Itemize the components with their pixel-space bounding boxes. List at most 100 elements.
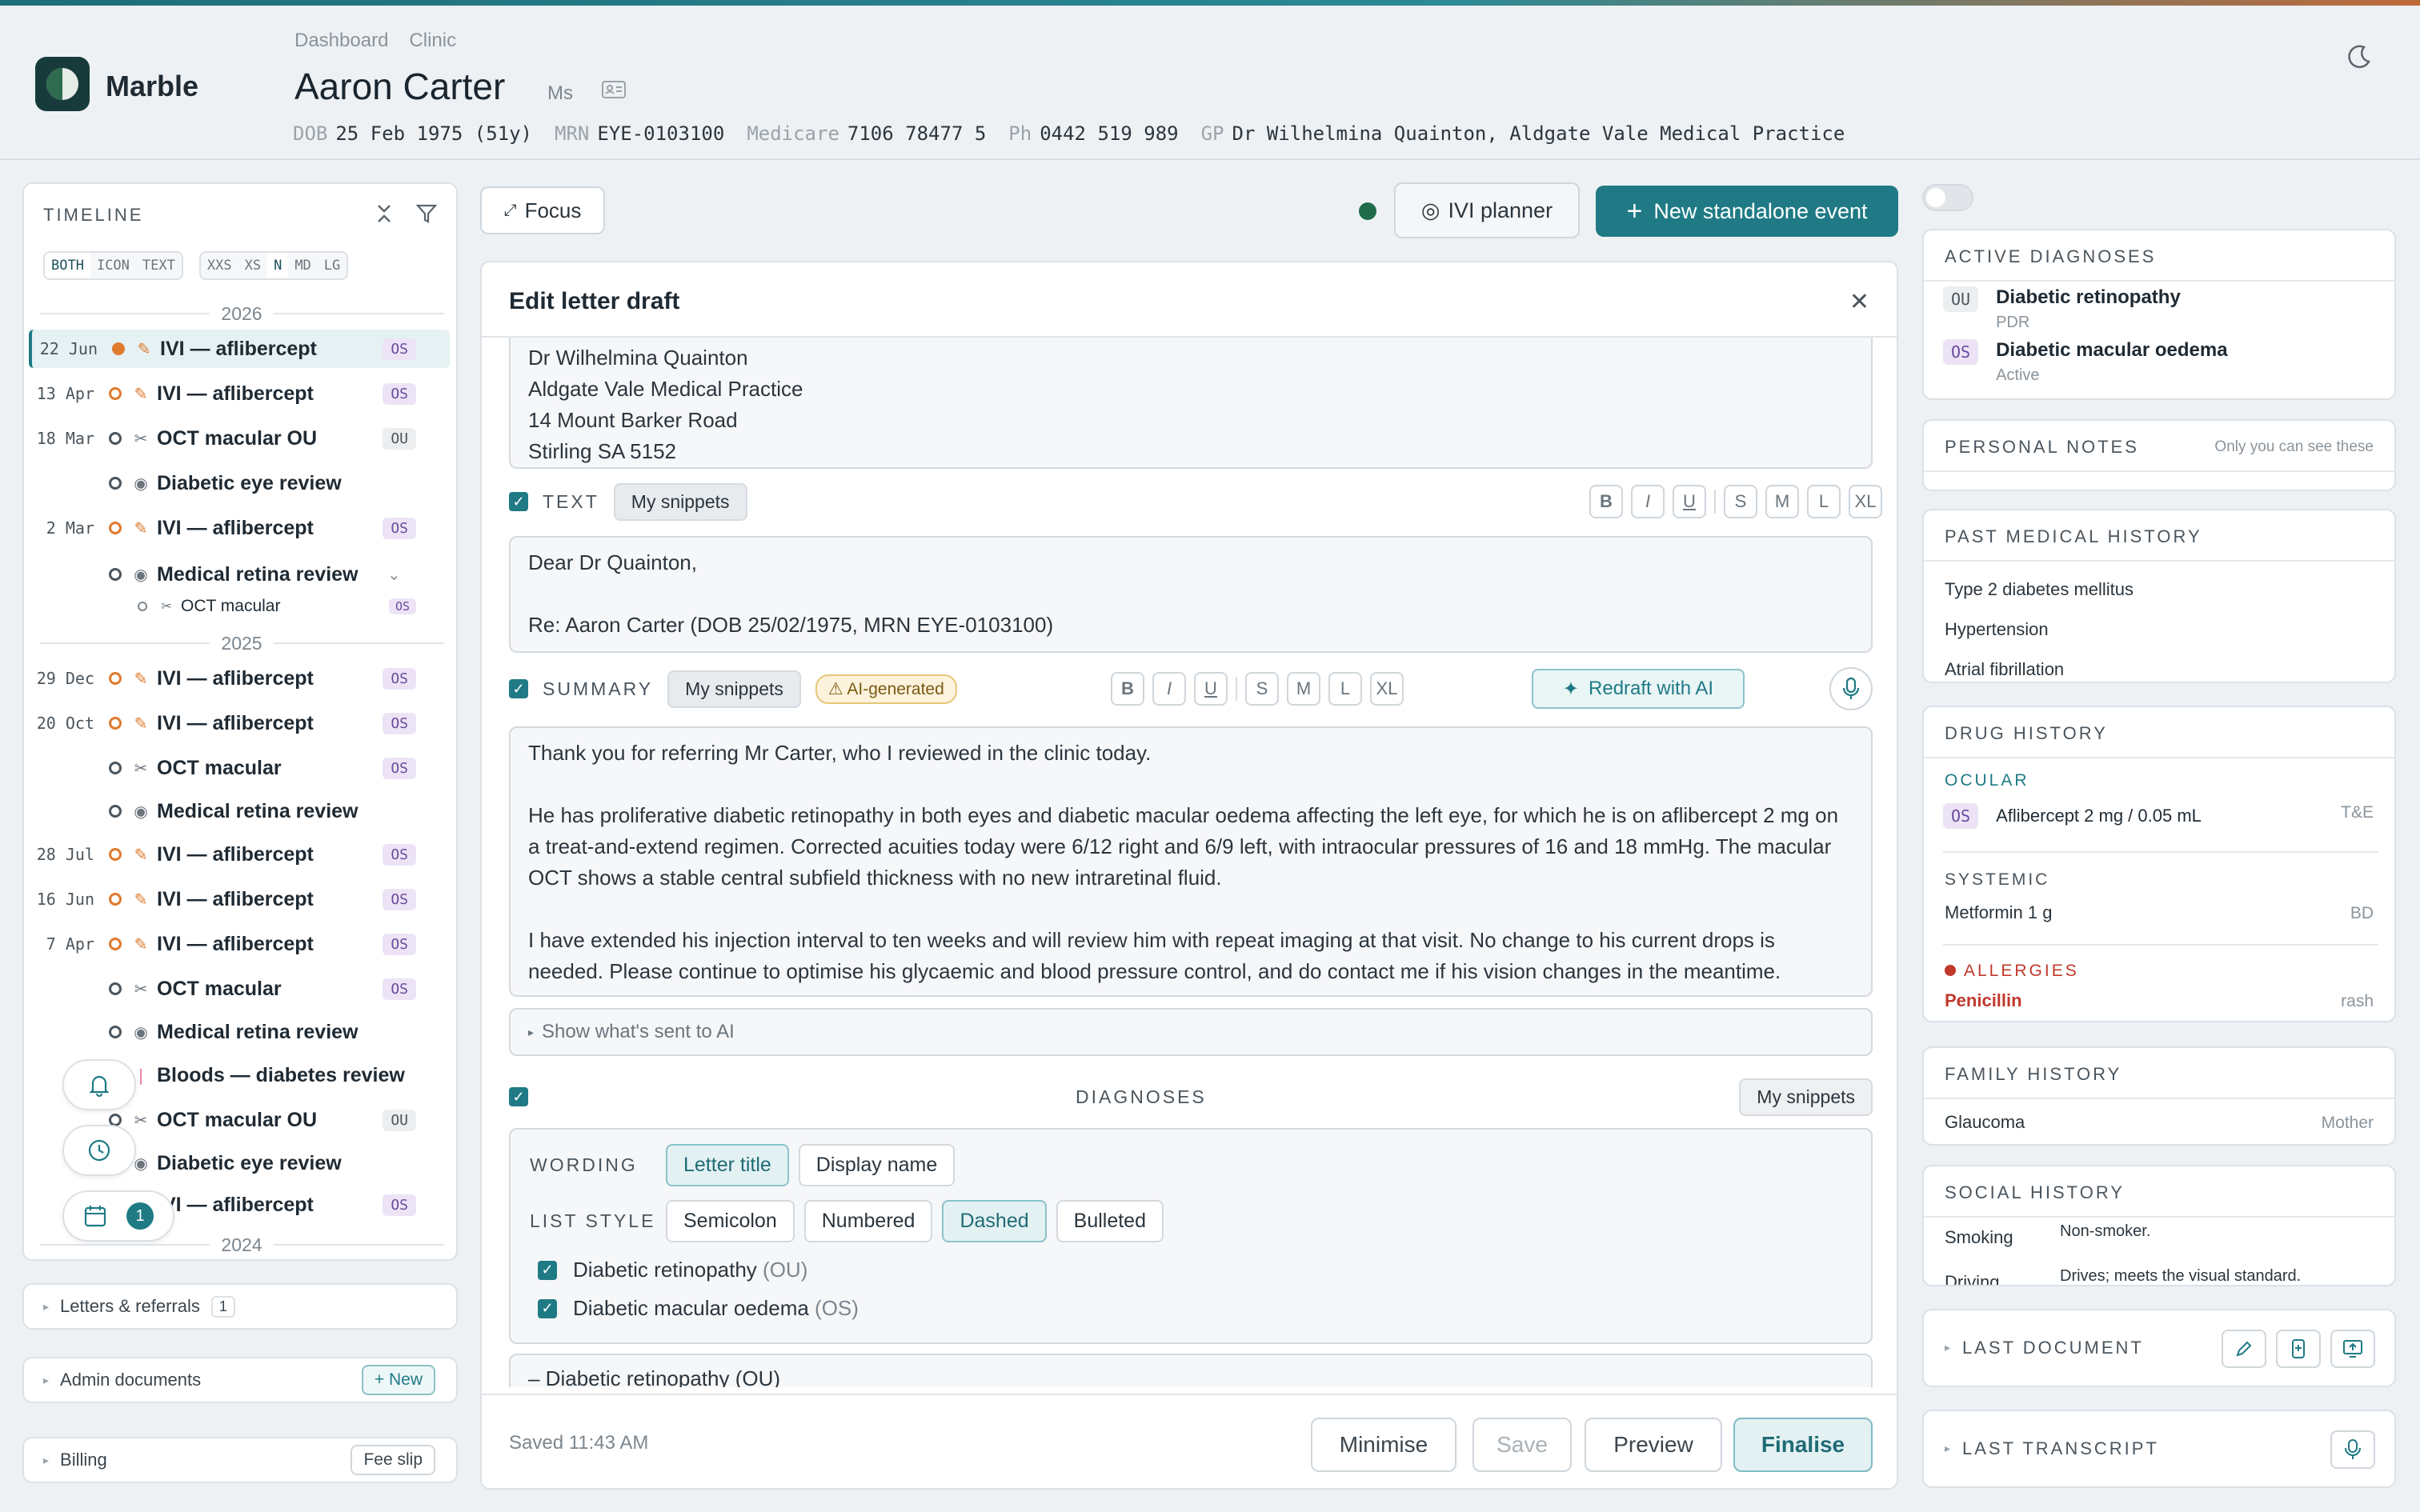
collapse-icon[interactable] bbox=[375, 203, 394, 229]
timeline-event[interactable]: 7 Apr ✎ IVI — aflibercept OS bbox=[29, 925, 450, 963]
ocular-drug-item[interactable]: OS Aflibercept 2 mg / 0.05 mL bbox=[1943, 803, 2202, 829]
wording-letter-title-option[interactable]: Letter title bbox=[666, 1144, 789, 1186]
pmh-item[interactable]: Hypertension bbox=[1945, 619, 2049, 640]
letters-referrals-section[interactable]: ▸ Letters & referrals 1 bbox=[22, 1283, 458, 1330]
diagnosis-checkbox[interactable]: ✓ bbox=[538, 1298, 557, 1318]
size-xl-button[interactable]: XL bbox=[1370, 672, 1404, 706]
mode-icon[interactable]: ICON bbox=[90, 253, 136, 278]
edit-document-button[interactable] bbox=[2222, 1330, 2266, 1368]
calendar-button[interactable]: 1 bbox=[62, 1190, 174, 1242]
last-transcript-panel[interactable]: ▸ LAST TRANSCRIPT bbox=[1922, 1410, 2396, 1488]
ivi-planner-button[interactable]: ◎ IVI planner bbox=[1394, 182, 1580, 238]
social-value[interactable]: Drives; meets the visual standard. bbox=[2060, 1267, 2301, 1285]
timeline-event[interactable]: 16 Jun ✎ IVI — aflibercept OS bbox=[29, 880, 450, 918]
pmh-item[interactable]: Atrial fibrillation bbox=[1945, 659, 2064, 680]
mode-both[interactable]: BOTH bbox=[45, 253, 90, 278]
address-textarea[interactable]: Dr Wilhelmina Quainton Aldgate Vale Medi… bbox=[509, 338, 1873, 469]
timeline-event[interactable]: 20 Oct ✎ IVI — aflibercept OS bbox=[29, 704, 450, 742]
redraft-with-ai-button[interactable]: ✦ Redraft with AI bbox=[1532, 669, 1745, 709]
chevron-down-icon[interactable]: ⌄ bbox=[387, 565, 401, 585]
last-document-panel[interactable]: ▸ LAST DOCUMENT bbox=[1922, 1309, 2396, 1387]
wording-display-name-option[interactable]: Display name bbox=[798, 1144, 956, 1186]
timeline-event[interactable]: ◉ Diabetic eye review bbox=[29, 464, 450, 502]
summary-section-checkbox[interactable]: ✓ bbox=[509, 679, 528, 698]
timeline-event[interactable]: ◉ Medical retina review ⌄ bbox=[29, 555, 450, 594]
phone-document-button[interactable] bbox=[2276, 1330, 2321, 1368]
filter-icon[interactable] bbox=[415, 203, 438, 229]
dictate-button[interactable] bbox=[1829, 667, 1873, 710]
marble-logo[interactable] bbox=[35, 57, 90, 111]
show-ai-payload-toggle[interactable]: ▸ Show what's sent to AI bbox=[509, 1008, 1873, 1056]
italic-button[interactable]: I bbox=[1152, 672, 1186, 706]
dark-mode-moon-icon[interactable] bbox=[2345, 44, 2372, 76]
close-icon[interactable]: ✕ bbox=[1849, 288, 1869, 316]
list-semicolon-option[interactable]: Semicolon bbox=[666, 1200, 795, 1242]
id-card-icon[interactable] bbox=[602, 79, 626, 105]
size-xl-button[interactable]: XL bbox=[1849, 485, 1882, 518]
systemic-drug-name[interactable]: Metformin 1 g bbox=[1945, 902, 2053, 923]
new-admin-document-button[interactable]: + New bbox=[361, 1365, 435, 1395]
italic-button[interactable]: I bbox=[1631, 485, 1665, 518]
size-lg[interactable]: LG bbox=[318, 253, 347, 278]
sidebar-toggle-switch[interactable] bbox=[1922, 184, 1973, 211]
size-xs[interactable]: XS bbox=[238, 253, 267, 278]
notifications-button[interactable] bbox=[62, 1059, 136, 1110]
list-dashed-option[interactable]: Dashed bbox=[942, 1200, 1047, 1242]
timeline-event[interactable]: ✂ OCT macular OS bbox=[29, 749, 450, 787]
history-button[interactable] bbox=[62, 1125, 136, 1176]
active-diagnosis-item[interactable]: OU Diabetic retinopathy PDR bbox=[1943, 286, 2181, 332]
pmh-item[interactable]: Type 2 diabetes mellitus bbox=[1945, 579, 2134, 600]
size-l-button[interactable]: L bbox=[1328, 672, 1362, 706]
active-diagnosis-item[interactable]: OS Diabetic macular oedema Active bbox=[1943, 339, 2228, 385]
new-standalone-event-button[interactable]: + New standalone event bbox=[1596, 186, 1898, 237]
minimise-button[interactable]: Minimise bbox=[1311, 1418, 1456, 1472]
size-md[interactable]: MD bbox=[288, 253, 317, 278]
timeline-event[interactable]: 2 Mar ✎ IVI — aflibercept OS bbox=[29, 509, 450, 547]
fee-slip-button[interactable]: Fee slip bbox=[351, 1445, 435, 1475]
record-transcript-button[interactable] bbox=[2330, 1430, 2375, 1469]
timeline-event[interactable]: ◉ Medical retina review bbox=[29, 1013, 450, 1051]
size-m-button[interactable]: M bbox=[1287, 672, 1320, 706]
save-button[interactable]: Save bbox=[1472, 1418, 1572, 1472]
bold-button[interactable]: B bbox=[1589, 485, 1623, 518]
my-snippets-button[interactable]: My snippets bbox=[613, 482, 747, 521]
allergy-name[interactable]: Penicillin bbox=[1945, 990, 2022, 1011]
admin-documents-section[interactable]: ▸ Admin documents + New bbox=[22, 1357, 458, 1403]
size-n[interactable]: N bbox=[267, 253, 289, 278]
breadcrumb-clinic[interactable]: Clinic bbox=[409, 30, 456, 52]
mode-text[interactable]: TEXT bbox=[136, 253, 182, 278]
diagnosis-item[interactable]: ✓ Diabetic retinopathy (OU) bbox=[538, 1258, 807, 1282]
preview-button[interactable]: Preview bbox=[1585, 1418, 1722, 1472]
bold-button[interactable]: B bbox=[1111, 672, 1144, 706]
finalise-button[interactable]: Finalise bbox=[1733, 1418, 1873, 1472]
text-textarea[interactable]: Dear Dr Quainton, Re: Aaron Carter (DOB … bbox=[509, 536, 1873, 653]
diagnosis-item[interactable]: ✓ Diabetic macular oedema (OS) bbox=[538, 1296, 859, 1321]
letter-scroll-area[interactable]: Dr Wilhelmina Quainton Aldgate Vale Medi… bbox=[482, 336, 1897, 1387]
size-m-button[interactable]: M bbox=[1765, 485, 1799, 518]
summary-textarea[interactable]: Thank you for referring Mr Carter, who I… bbox=[509, 726, 1873, 997]
timeline-event[interactable]: 18 Mar ✂ OCT macular OU OU bbox=[29, 419, 450, 458]
social-value[interactable]: Non-smoker. bbox=[2060, 1222, 2150, 1241]
timeline-event[interactable]: 13 Apr ✎ IVI — aflibercept OS bbox=[29, 374, 450, 413]
focus-button[interactable]: ⤢ Focus bbox=[480, 186, 605, 234]
size-xxs[interactable]: XXS bbox=[201, 253, 238, 278]
timeline-event[interactable]: ◉ Medical retina review bbox=[29, 792, 450, 830]
timeline-event[interactable]: ✂ OCT macular OS bbox=[29, 590, 450, 622]
size-s-button[interactable]: S bbox=[1724, 485, 1757, 518]
personal-notes-panel[interactable]: PERSONAL NOTES Only you can see these bbox=[1922, 419, 2396, 491]
timeline-event[interactable]: 29 Dec ✎ IVI — aflibercept OS bbox=[29, 659, 450, 698]
present-document-button[interactable] bbox=[2330, 1330, 2375, 1368]
breadcrumb-dashboard[interactable]: Dashboard bbox=[294, 30, 388, 52]
timeline-event[interactable]: ✂ OCT macular OS bbox=[29, 970, 450, 1008]
timeline-event[interactable]: 28 Jul ✎ IVI — aflibercept OS bbox=[29, 835, 450, 874]
my-snippets-button[interactable]: My snippets bbox=[1739, 1078, 1873, 1116]
diagnosis-checkbox[interactable]: ✓ bbox=[538, 1260, 557, 1280]
text-section-checkbox[interactable]: ✓ bbox=[509, 492, 528, 511]
timeline-event[interactable]: 22 Jun ✎ IVI — aflibercept OS bbox=[29, 330, 450, 368]
list-numbered-option[interactable]: Numbered bbox=[803, 1200, 933, 1242]
my-snippets-button[interactable]: My snippets bbox=[667, 670, 801, 708]
billing-section[interactable]: ▸ Billing Fee slip bbox=[22, 1437, 458, 1483]
size-l-button[interactable]: L bbox=[1807, 485, 1841, 518]
underline-button[interactable]: U bbox=[1673, 485, 1706, 518]
family-history-item[interactable]: Glaucoma bbox=[1945, 1112, 2025, 1133]
